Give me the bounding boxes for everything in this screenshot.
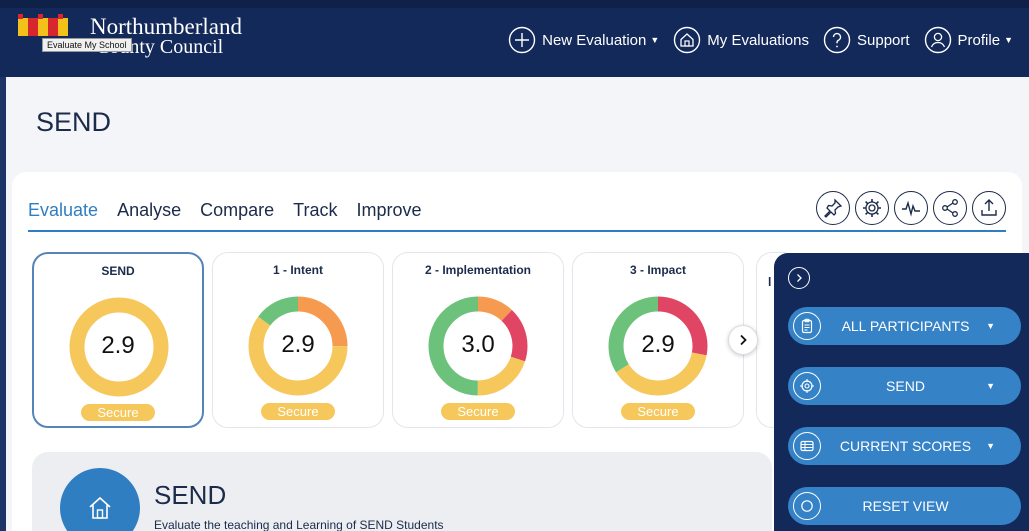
chevron-down-icon: ▼ — [986, 381, 995, 391]
table-icon — [793, 432, 821, 460]
tab-improve[interactable]: Improve — [356, 200, 421, 221]
section-header: SEND Evaluate the teaching and Learning … — [32, 452, 772, 531]
tab-track[interactable]: Track — [293, 200, 337, 221]
current-scores-dropdown[interactable]: CURRENT SCORES ▼ — [788, 427, 1021, 465]
tabs-underline — [28, 230, 1006, 232]
score-card-title: l — [768, 275, 772, 289]
score-card-send[interactable]: SEND 2.9 Secure — [32, 252, 204, 428]
score-card-title: SEND — [101, 264, 135, 278]
nav-new-evaluation-label: New Evaluation — [542, 31, 647, 49]
collapse-panel-button[interactable] — [788, 267, 810, 289]
score-card-intent[interactable]: 1 - Intent 2.9 Secure — [212, 252, 384, 428]
upload-button[interactable] — [972, 191, 1006, 225]
nav-support-label: Support — [857, 31, 910, 49]
tab-evaluate[interactable]: Evaluate — [28, 200, 98, 221]
pin-icon — [824, 198, 843, 218]
chevron-down-icon: ▼ — [650, 35, 660, 45]
status-badge: Secure — [441, 403, 515, 420]
score-value: 2.9 — [101, 332, 135, 359]
nav-profile[interactable]: Profile ▼ — [924, 26, 1013, 54]
pulse-button[interactable] — [894, 191, 928, 225]
share-button[interactable] — [933, 191, 967, 225]
nav-my-evaluations-label: My Evaluations — [707, 31, 809, 49]
tab-analyse[interactable]: Analyse — [117, 200, 181, 221]
score-card-implementation[interactable]: 2 - Implementation 3.0 Secure — [392, 252, 564, 428]
nav-support[interactable]: Support — [823, 26, 910, 54]
page-title: SEND — [36, 107, 112, 137]
score-card-title: 2 - Implementation — [424, 263, 531, 277]
home-circle-icon — [674, 26, 701, 54]
plus-circle-icon — [508, 26, 536, 54]
refresh-icon — [793, 492, 821, 520]
score-value: 2.9 — [641, 331, 675, 358]
nav-profile-label: Profile — [957, 31, 1001, 49]
section-title: SEND — [154, 480, 227, 510]
score-card-impact[interactable]: 3 - Impact 2.9 Secure — [572, 252, 744, 428]
next-cards-button[interactable] — [728, 325, 758, 355]
panel-button-label: SEND — [886, 378, 925, 394]
filter-side-panel: ALL PARTICIPANTS ▼ SEND ▼ CURRENT SCORES… — [774, 253, 1029, 531]
score-card-title: 3 - Impact — [629, 263, 686, 277]
chevron-down-icon: ▼ — [1004, 35, 1013, 45]
tab-compare[interactable]: Compare — [200, 200, 274, 221]
top-nav: New Evaluation ▼ My Evaluations Support — [494, 25, 1013, 55]
section-home-button[interactable] — [60, 468, 140, 531]
status-badge: Secure — [621, 403, 695, 420]
home-icon — [89, 496, 111, 519]
send-dropdown[interactable]: SEND ▼ — [788, 367, 1021, 405]
evaluation-tabs: Evaluate Analyse Compare Track Improve — [28, 200, 441, 221]
score-card-title: 1 - Intent — [273, 263, 323, 277]
toolbar-icons — [811, 191, 1006, 225]
settings-gear-icon — [863, 199, 881, 217]
clipboard-icon — [793, 312, 821, 340]
question-circle-icon — [823, 26, 851, 54]
reset-view-button[interactable]: RESET VIEW — [788, 487, 1021, 525]
all-participants-dropdown[interactable]: ALL PARTICIPANTS ▼ — [788, 307, 1021, 345]
panel-button-label: RESET VIEW — [862, 498, 949, 514]
pin-button[interactable] — [816, 191, 850, 225]
target-icon — [793, 372, 821, 400]
chevron-down-icon: ▼ — [986, 441, 995, 451]
share-icon — [942, 199, 958, 217]
user-circle-icon — [924, 26, 951, 54]
chevron-right-icon — [740, 334, 747, 346]
logo-tooltip: Evaluate My School — [42, 38, 132, 52]
score-cards: SEND 2.9 Secure 1 - Intent 2.9 Secure 2 … — [32, 252, 786, 432]
nav-my-evaluations[interactable]: My Evaluations — [673, 26, 809, 54]
pulse-icon — [902, 200, 920, 217]
chevron-right-icon — [797, 274, 802, 282]
panel-button-label: CURRENT SCORES — [839, 438, 972, 454]
nav-new-evaluation[interactable]: New Evaluation ▼ — [508, 26, 659, 54]
status-badge: Secure — [261, 403, 335, 420]
status-badge: Secure — [81, 404, 155, 421]
app-header: Northumberland County Council Evaluate M… — [0, 0, 1029, 77]
score-value: 2.9 — [281, 331, 315, 358]
score-value: 3.0 — [461, 331, 495, 358]
panel-button-label: ALL PARTICIPANTS — [841, 318, 970, 334]
settings-button[interactable] — [855, 191, 889, 225]
upload-icon — [981, 199, 997, 216]
chevron-down-icon: ▼ — [986, 321, 995, 331]
section-subtitle: Evaluate the teaching and Learning of SE… — [154, 518, 444, 531]
council-flag-logo-icon[interactable] — [16, 14, 82, 40]
